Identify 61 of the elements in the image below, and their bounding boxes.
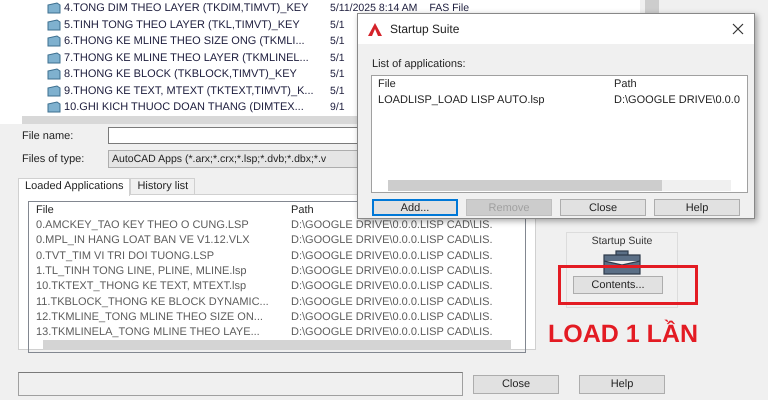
field-label: File name:: [22, 130, 74, 142]
horizontal-scrollbar[interactable]: [43, 340, 511, 350]
application-file[interactable]: 10.TKTEXT_THONG KE TEXT, MTEXT.lsp: [36, 280, 291, 292]
column-header[interactable]: Path: [614, 78, 637, 90]
application-path: D:\GOOGLE DRIVE\0.0.0.LISP CAD\LIS.: [291, 280, 494, 292]
horizontal-scrollbar[interactable]: [388, 180, 731, 191]
tab[interactable]: History list: [130, 178, 196, 194]
file-date: 5/1: [330, 18, 345, 31]
application-file[interactable]: 13.TKMLINELA_TONG MLINE THEO LAYE...: [36, 326, 291, 338]
application-file[interactable]: 11.TKBLOCK_THONG KE BLOCK DYNAMIC...: [36, 296, 291, 308]
file-icon: [47, 84, 61, 97]
help-button[interactable]: Help: [579, 374, 665, 394]
tab[interactable]: Loaded Applications: [18, 178, 130, 196]
dialog-button[interactable]: Add...: [372, 199, 458, 216]
file-name[interactable]: 5.TINH TONG THEO LAYER (TKL,TIMVT)_KEY: [64, 18, 326, 31]
file-name[interactable]: 6.THONG KE MLINE THEO SIZE ONG (TKMLI...: [64, 35, 326, 48]
application-file[interactable]: 1.TL_TINH TONG LINE, PLINE, MLINE.lsp: [36, 265, 291, 278]
file-name[interactable]: 4.TONG DIM THEO LAYER (TKDIM,TIMVT)_KEY: [64, 2, 326, 14]
close-icon[interactable]: [732, 23, 744, 35]
file-icon: [47, 68, 61, 80]
file-icon: [47, 35, 61, 48]
file-date: 9/1: [330, 101, 345, 114]
dialog-button[interactable]: Help: [654, 199, 740, 216]
application-path: D:\GOOGLE DRIVE\0.0.0.LISP CAD\LIS.: [291, 234, 494, 246]
application-path: D:\GOOGLE DRIVE\0.0.0.LISP CAD\LIS.: [291, 250, 494, 262]
application-file[interactable]: 0.AMCKEY_TAO KEY THEO O CUNG.LSP: [36, 219, 291, 232]
file-date: 5/1: [330, 68, 345, 80]
annotation-text: LOAD 1 LẦN: [548, 320, 699, 349]
application-file[interactable]: 0.TVT_TIM VI TRI DOI TUONG.LSP: [36, 250, 291, 262]
file-icon: [47, 101, 61, 114]
file-date: 5/1: [330, 52, 345, 64]
close-button[interactable]: Close: [473, 374, 559, 394]
application-path: D:\GOOGLE DRIVE\0.0.0.LISP CAD\LIS.: [291, 265, 494, 278]
column-header[interactable]: File: [36, 204, 291, 216]
app-logo-icon: [368, 22, 382, 36]
file-date: 5/11/2025 8:14 AM: [330, 2, 418, 14]
file-icon: [47, 2, 61, 14]
file-icon: [47, 18, 61, 31]
file-type: FAS File: [429, 2, 470, 14]
application-file[interactable]: 0.MPL_IN HANG LOAT BAN VE V1.12.VLX: [36, 234, 291, 246]
file-name[interactable]: 7.THONG KE MLINE THEO LAYER (TKMLINEL...: [64, 52, 326, 64]
application-path: D:\GOOGLE DRIVE\0.0.0.LISP CAD\LIS.: [291, 326, 494, 338]
application-path: D:\GOOGLE DRIVE\0.0.0: [614, 94, 740, 106]
application-path: D:\GOOGLE DRIVE\0.0.0.LISP CAD\LIS.: [291, 296, 494, 308]
list-label: List of applications:: [372, 58, 467, 70]
contents-button[interactable]: Contents...: [573, 276, 663, 294]
file-name[interactable]: 8.THONG KE BLOCK (TKBLOCK,TIMVT)_KEY: [64, 68, 326, 80]
group-title: Startup Suite: [592, 235, 652, 247]
file-name[interactable]: 10.GHI KICH THUOC DOAN THANG (DIMTEX...: [64, 101, 326, 114]
dialog-button[interactable]: Close: [560, 199, 646, 216]
column-header[interactable]: File: [378, 78, 614, 90]
field-label: Files of type:: [22, 152, 86, 164]
file-icon: [47, 52, 61, 64]
file-date: 5/1: [330, 35, 345, 48]
file-date: 5/1: [330, 84, 345, 97]
dialog-title: Startup Suite: [390, 22, 460, 36]
application-file[interactable]: 12.TKMLINE_TONG MLINE THEO SIZE ON...: [36, 311, 291, 324]
application-file[interactable]: LOADLISP_LOAD LISP AUTO.lsp: [378, 94, 614, 106]
application-path: D:\GOOGLE DRIVE\0.0.0.LISP CAD\LIS.: [291, 311, 494, 324]
application-path: D:\GOOGLE DRIVE\0.0.0.LISP CAD\LIS.: [291, 219, 494, 232]
file-name[interactable]: 9.THONG KE TEXT, MTEXT (TKTEXT,TIMVT)_K...: [64, 84, 326, 97]
